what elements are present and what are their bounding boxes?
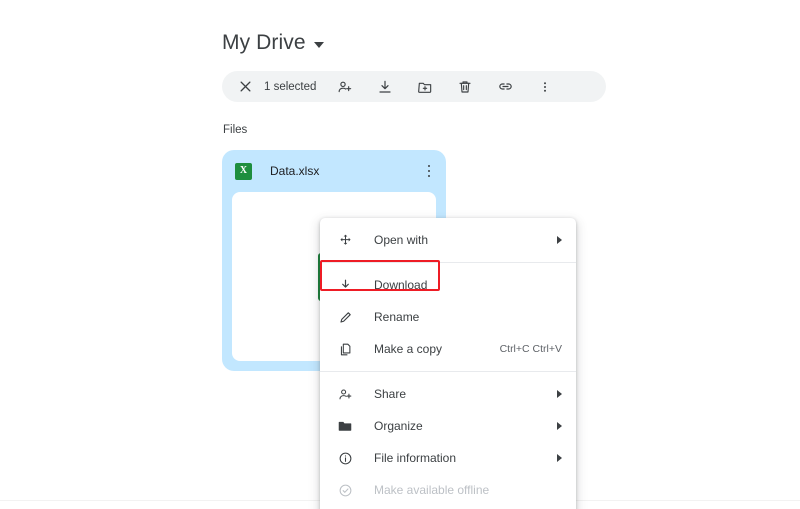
menu-item-label: Make available offline xyxy=(374,483,490,497)
menu-divider xyxy=(320,371,576,372)
file-card-header: X Data.xlsx xyxy=(222,150,446,192)
menu-item-label: Organize xyxy=(374,419,423,433)
context-menu-group: Download Rename Make a copy Ctrl+C Ctrl+… xyxy=(320,269,576,365)
download-icon xyxy=(336,276,354,294)
share-button[interactable] xyxy=(330,72,360,102)
open-with-icon xyxy=(336,231,354,249)
download-button[interactable] xyxy=(370,72,400,102)
menu-item-label: Rename xyxy=(374,310,420,324)
dot xyxy=(427,164,431,168)
chevron-down-icon[interactable] xyxy=(313,41,324,48)
selection-toolbar: 1 selected xyxy=(222,71,606,102)
delete-button[interactable] xyxy=(450,72,480,102)
menu-item-shortcut: Ctrl+C Ctrl+V xyxy=(499,343,562,355)
dot xyxy=(427,174,431,178)
menu-item-make-a-copy[interactable]: Make a copy Ctrl+C Ctrl+V xyxy=(320,333,576,365)
file-card-more-icon[interactable] xyxy=(418,160,440,182)
toolbar-actions xyxy=(330,72,560,102)
offline-icon xyxy=(336,481,354,499)
menu-item-rename[interactable]: Rename xyxy=(320,301,576,333)
close-icon[interactable] xyxy=(230,72,260,102)
info-icon xyxy=(336,449,354,467)
menu-item-open-with[interactable]: Open with xyxy=(320,224,576,256)
menu-item-share[interactable]: Share xyxy=(320,378,576,410)
excel-file-icon-letter: X xyxy=(239,165,248,176)
folder-icon xyxy=(336,417,354,435)
menu-item-make-available-offline: Make available offline xyxy=(320,474,576,506)
menu-item-label: Open with xyxy=(374,233,429,247)
selected-count-label: 1 selected xyxy=(264,80,317,93)
context-menu: Open with Download Rename Make a copy Ct… xyxy=(320,218,576,509)
person-add-icon xyxy=(336,385,354,403)
menu-divider xyxy=(320,262,576,263)
menu-item-label: Make a copy xyxy=(374,342,443,356)
dot xyxy=(427,169,431,173)
menu-item-organize[interactable]: Organize xyxy=(320,410,576,442)
page-title: My Drive xyxy=(222,31,306,54)
submenu-arrow-icon xyxy=(557,454,562,462)
context-menu-group: Share Organize File information Make ava… xyxy=(320,378,576,506)
submenu-arrow-icon xyxy=(557,422,562,430)
excel-file-icon: X xyxy=(235,162,252,180)
submenu-arrow-icon xyxy=(557,236,562,244)
file-name-label: Data.xlsx xyxy=(270,164,320,178)
more-actions-button[interactable] xyxy=(530,72,560,102)
move-to-folder-button[interactable] xyxy=(410,72,440,102)
files-section-label: Files xyxy=(223,124,248,136)
pencil-icon xyxy=(336,308,354,326)
context-menu-group: Open with xyxy=(320,224,576,256)
get-link-button[interactable] xyxy=(490,72,520,102)
menu-item-label: Share xyxy=(374,387,407,401)
menu-item-label: File information xyxy=(374,451,457,465)
page-title-area[interactable]: My Drive xyxy=(222,30,324,56)
submenu-arrow-icon xyxy=(557,390,562,398)
menu-item-download[interactable]: Download xyxy=(320,269,576,301)
menu-item-label: Download xyxy=(374,278,428,292)
menu-item-file-information[interactable]: File information xyxy=(320,442,576,474)
copy-icon xyxy=(336,340,354,358)
